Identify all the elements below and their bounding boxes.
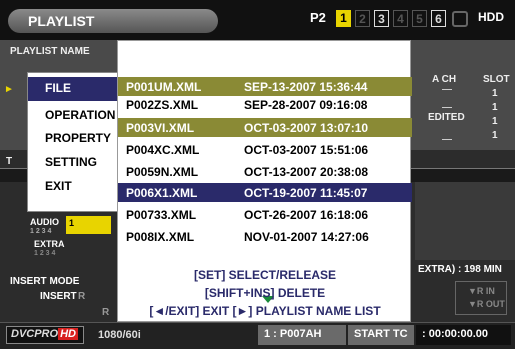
slot-value: 1 [492,102,498,113]
codec-hd-badge: HD [58,328,78,340]
a-ch-dash: — [442,84,452,95]
menu-item-setting[interactable]: SETTING [28,151,120,175]
file-name: P00733.XML [126,208,197,222]
file-name: P002ZS.XML [126,98,199,112]
file-name: P006X1.XML [126,186,198,200]
extra-track-label: EXTRA 1 2 3 4 [34,240,65,258]
extra-channels: 1 2 3 4 [34,250,56,257]
edited-status: EDITED [428,112,465,123]
file-date: SEP-13-2007 15:36:44 [244,80,368,94]
p2-card-label: P2 [310,10,326,25]
insert-mode-label: INSERT MODE [10,276,80,287]
slot-3-indicator: 3 [374,10,389,27]
slot-value: 1 [492,130,498,141]
timeline-track-area [415,182,515,260]
menu-item-operation[interactable]: OPERATION [28,104,120,128]
hdd-label: HDD [478,10,504,24]
file-date: SEP-28-2007 09:16:08 [244,98,368,112]
file-row[interactable]: P003VI.XML OCT-03-2007 13:07:10 [118,118,412,137]
start-timecode: : 00:00:00.00 [416,325,511,345]
slot-5-indicator: 5 [412,10,427,27]
hdd-icon [452,11,468,27]
screen-title: PLAYLIST [8,9,218,33]
title-bar: PLAYLIST P2 1 2 3 4 5 6 HDD [0,0,515,40]
audio-track-bar: 1 [66,216,111,234]
menu-item-exit[interactable]: EXIT [28,175,120,199]
file-date: OCT-03-2007 13:07:10 [244,121,369,135]
track-t-label: T [6,156,13,167]
a-ch-dash: — [442,134,452,145]
slot-2-indicator: 2 [355,10,370,27]
file-row[interactable]: P004XC.XML OCT-03-2007 15:51:06 [118,140,412,159]
current-clip: 1 : P007AH [258,325,346,345]
file-row[interactable]: P002ZS.XML SEP-28-2007 09:16:08 [118,95,412,114]
codec-prefix: DVCPRO [11,328,59,340]
extra-label: EXTRA [34,239,65,249]
file-date: OCT-13-2007 20:38:08 [244,165,369,179]
file-name: P004XC.XML [126,143,200,157]
start-tc-label: START TC [348,325,414,345]
file-row[interactable]: P008IX.XML NOV-01-2007 14:27:06 [118,227,412,246]
file-name: P008IX.XML [126,230,195,244]
menu-item-file[interactable]: FILE [28,77,120,101]
file-date: OCT-26-2007 16:18:06 [244,208,369,222]
playlist-menu: FILE OPERATION PROPERTY SETTING EXIT [27,72,120,212]
file-row[interactable]: P0059N.XML OCT-13-2007 20:38:08 [118,162,412,181]
audio-label: AUDIO [30,217,59,227]
r-in-label: ▼R IN [468,286,495,296]
file-name: P0059N.XML [126,165,199,179]
help-set-select: [SET] SELECT/RELEASE [193,268,336,282]
slot-6-indicator: 6 [431,10,446,27]
r-out-label: ▼R OUT [468,299,505,309]
playlist-row-arrow-icon: ► [4,84,14,95]
slot-value: 1 [492,116,498,127]
file-date: OCT-19-2007 11:45:07 [244,186,368,200]
file-name: P003VI.XML [126,121,195,135]
extra-remaining-time: EXTRA) : 198 MIN [418,264,502,275]
menu-item-property[interactable]: PROPERTY [28,127,120,151]
r-hint: R [102,307,110,318]
help-shift-ins-delete: [SHIFT+INS] DELETE [204,286,326,300]
r-in-out-indicator: ▼R IN ▼R OUT [455,281,507,315]
insert-mode-value: INSERT [40,291,77,302]
slot-4-indicator: 4 [393,10,408,27]
audio-channels: 1 2 3 4 [30,228,52,235]
file-date: NOV-01-2007 14:27:06 [244,230,369,244]
help-exit-namelist: [◄/EXIT] EXIT [►] PLAYLIST NAME LIST [149,304,381,318]
r-hint: R [78,291,86,302]
dvcpro-hd-logo: DVCPRO HD [6,326,84,344]
file-date: OCT-03-2007 15:51:06 [244,143,369,157]
slot-value: 1 [492,88,498,99]
file-row[interactable]: P00733.XML OCT-26-2007 16:18:06 [118,205,412,224]
playlist-screen: PLAYLIST P2 1 2 3 4 5 6 HDD PLAYLIST NAM… [0,0,515,349]
video-format: 1080/60i [98,329,141,341]
file-row[interactable]: P001UM.XML SEP-13-2007 15:36:44 [118,77,412,96]
slot-1-indicator: 1 [336,10,351,27]
file-row[interactable]: P006X1.XML OCT-19-2007 11:45:07 [118,183,412,202]
file-list-popup: P001UM.XML SEP-13-2007 15:36:44 P002ZS.X… [117,40,412,322]
audio-track-label: AUDIO 1 2 3 4 [30,218,59,236]
slot-column-header: SLOT [483,74,510,85]
playlist-name-header: PLAYLIST NAME [10,46,90,57]
file-name: P001UM.XML [126,80,202,94]
